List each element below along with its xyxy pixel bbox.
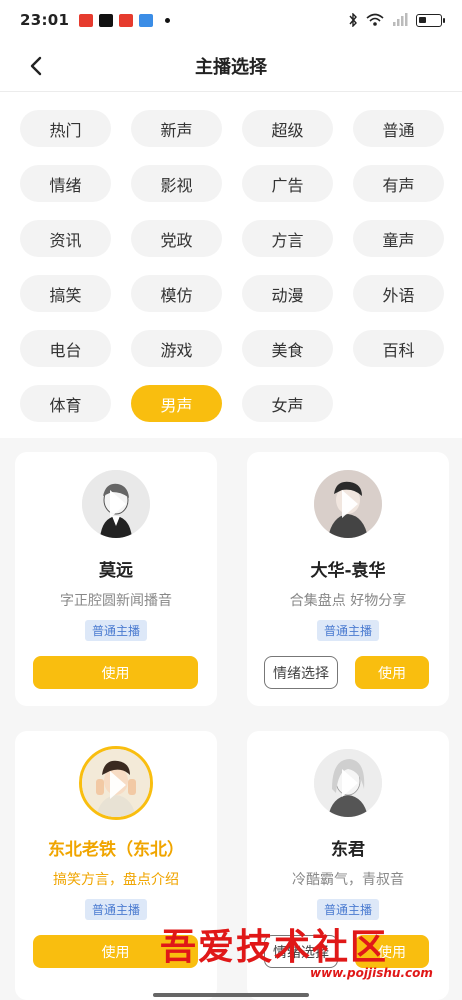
more-notifications-dot <box>165 17 171 23</box>
chevron-left-icon <box>30 56 42 76</box>
tag-ad[interactable]: 广告 <box>242 165 333 202</box>
watermark-text: 吾爱技术社区 <box>160 926 389 968</box>
battery-icon <box>416 13 445 27</box>
tag-foreign[interactable]: 外语 <box>353 275 444 312</box>
tag-radio[interactable]: 电台 <box>20 330 111 367</box>
status-bar: 23:01 <box>0 0 462 40</box>
back-button[interactable] <box>22 52 50 80</box>
watermark: 吾爱技术社区 www.pojjishu.com <box>160 918 462 990</box>
toutiao-icon <box>79 13 94 27</box>
tag-dialect[interactable]: 方言 <box>242 220 333 257</box>
anchor-badge: 普通主播 <box>316 620 380 641</box>
avatar[interactable] <box>82 470 150 538</box>
page-title: 主播选择 <box>195 56 267 78</box>
anchor-name: 莫远 <box>99 561 133 581</box>
tag-emotion[interactable]: 情绪 <box>20 165 111 202</box>
wifi-icon <box>366 13 384 26</box>
avatar[interactable] <box>79 746 153 820</box>
play-icon <box>314 749 382 817</box>
app-icon <box>139 13 154 27</box>
anchor-badge: 普通主播 <box>84 620 148 641</box>
use-button[interactable]: 使用 <box>33 656 198 689</box>
avatar[interactable] <box>314 470 382 538</box>
home-indicator[interactable] <box>153 993 309 997</box>
category-tags: 热门 新声 超级 普通 情绪 影视 广告 有声 资讯 党政 方言 童声 搞笑 模… <box>0 92 462 438</box>
tag-new-voice[interactable]: 新声 <box>131 110 222 147</box>
tag-super[interactable]: 超级 <box>242 110 333 147</box>
tag-funny[interactable]: 搞笑 <box>20 275 111 312</box>
use-button[interactable]: 使用 <box>355 656 429 689</box>
anchor-name: 大华-袁华 <box>310 561 386 581</box>
anchor-name: 东北老铁（东北） <box>48 840 184 860</box>
tag-game[interactable]: 游戏 <box>131 330 222 367</box>
tag-politics[interactable]: 党政 <box>131 220 222 257</box>
anchor-card[interactable]: 莫远 字正腔圆新闻播音 普通主播 使用 <box>15 452 217 706</box>
tag-audiobook[interactable]: 有声 <box>353 165 444 202</box>
anchor-card[interactable]: 大华-袁华 合集盘点 好物分享 普通主播 情绪选择 使用 <box>247 452 449 706</box>
anchor-desc: 合集盘点 好物分享 <box>289 593 407 609</box>
anchor-desc: 冷酷霸气，青叔音 <box>292 872 404 888</box>
anchor-badge: 普通主播 <box>84 899 148 920</box>
notification-icons <box>79 13 154 27</box>
tag-normal[interactable]: 普通 <box>353 110 444 147</box>
tag-film[interactable]: 影视 <box>131 165 222 202</box>
tag-anime[interactable]: 动漫 <box>242 275 333 312</box>
tag-female-voice[interactable]: 女声 <box>242 385 333 422</box>
play-icon <box>82 470 150 538</box>
watermark-url: www.pojjishu.com <box>310 966 433 980</box>
bluetooth-icon <box>349 13 357 27</box>
anchor-desc: 字正腔圆新闻播音 <box>60 593 172 609</box>
tag-imitation[interactable]: 模仿 <box>131 275 222 312</box>
status-time: 23:01 <box>20 11 70 29</box>
tag-news[interactable]: 资讯 <box>20 220 111 257</box>
anchor-name: 东君 <box>331 840 365 860</box>
tag-child-voice[interactable]: 童声 <box>353 220 444 257</box>
avatar[interactable] <box>314 749 382 817</box>
tiktok-icon <box>99 13 114 27</box>
toutiao-icon <box>119 13 134 27</box>
tag-hot[interactable]: 热门 <box>20 110 111 147</box>
nav-bar: 主播选择 <box>0 40 462 92</box>
signal-icon <box>393 13 408 26</box>
play-icon <box>314 470 382 538</box>
tag-encyclopedia[interactable]: 百科 <box>353 330 444 367</box>
anchor-badge: 普通主播 <box>316 899 380 920</box>
play-icon <box>82 749 150 817</box>
anchor-desc: 搞笑方言，盘点介绍 <box>53 872 179 888</box>
tag-male-voice[interactable]: 男声 <box>131 385 222 422</box>
emotion-select-button[interactable]: 情绪选择 <box>264 656 338 689</box>
tag-food[interactable]: 美食 <box>242 330 333 367</box>
tag-sports[interactable]: 体育 <box>20 385 111 422</box>
